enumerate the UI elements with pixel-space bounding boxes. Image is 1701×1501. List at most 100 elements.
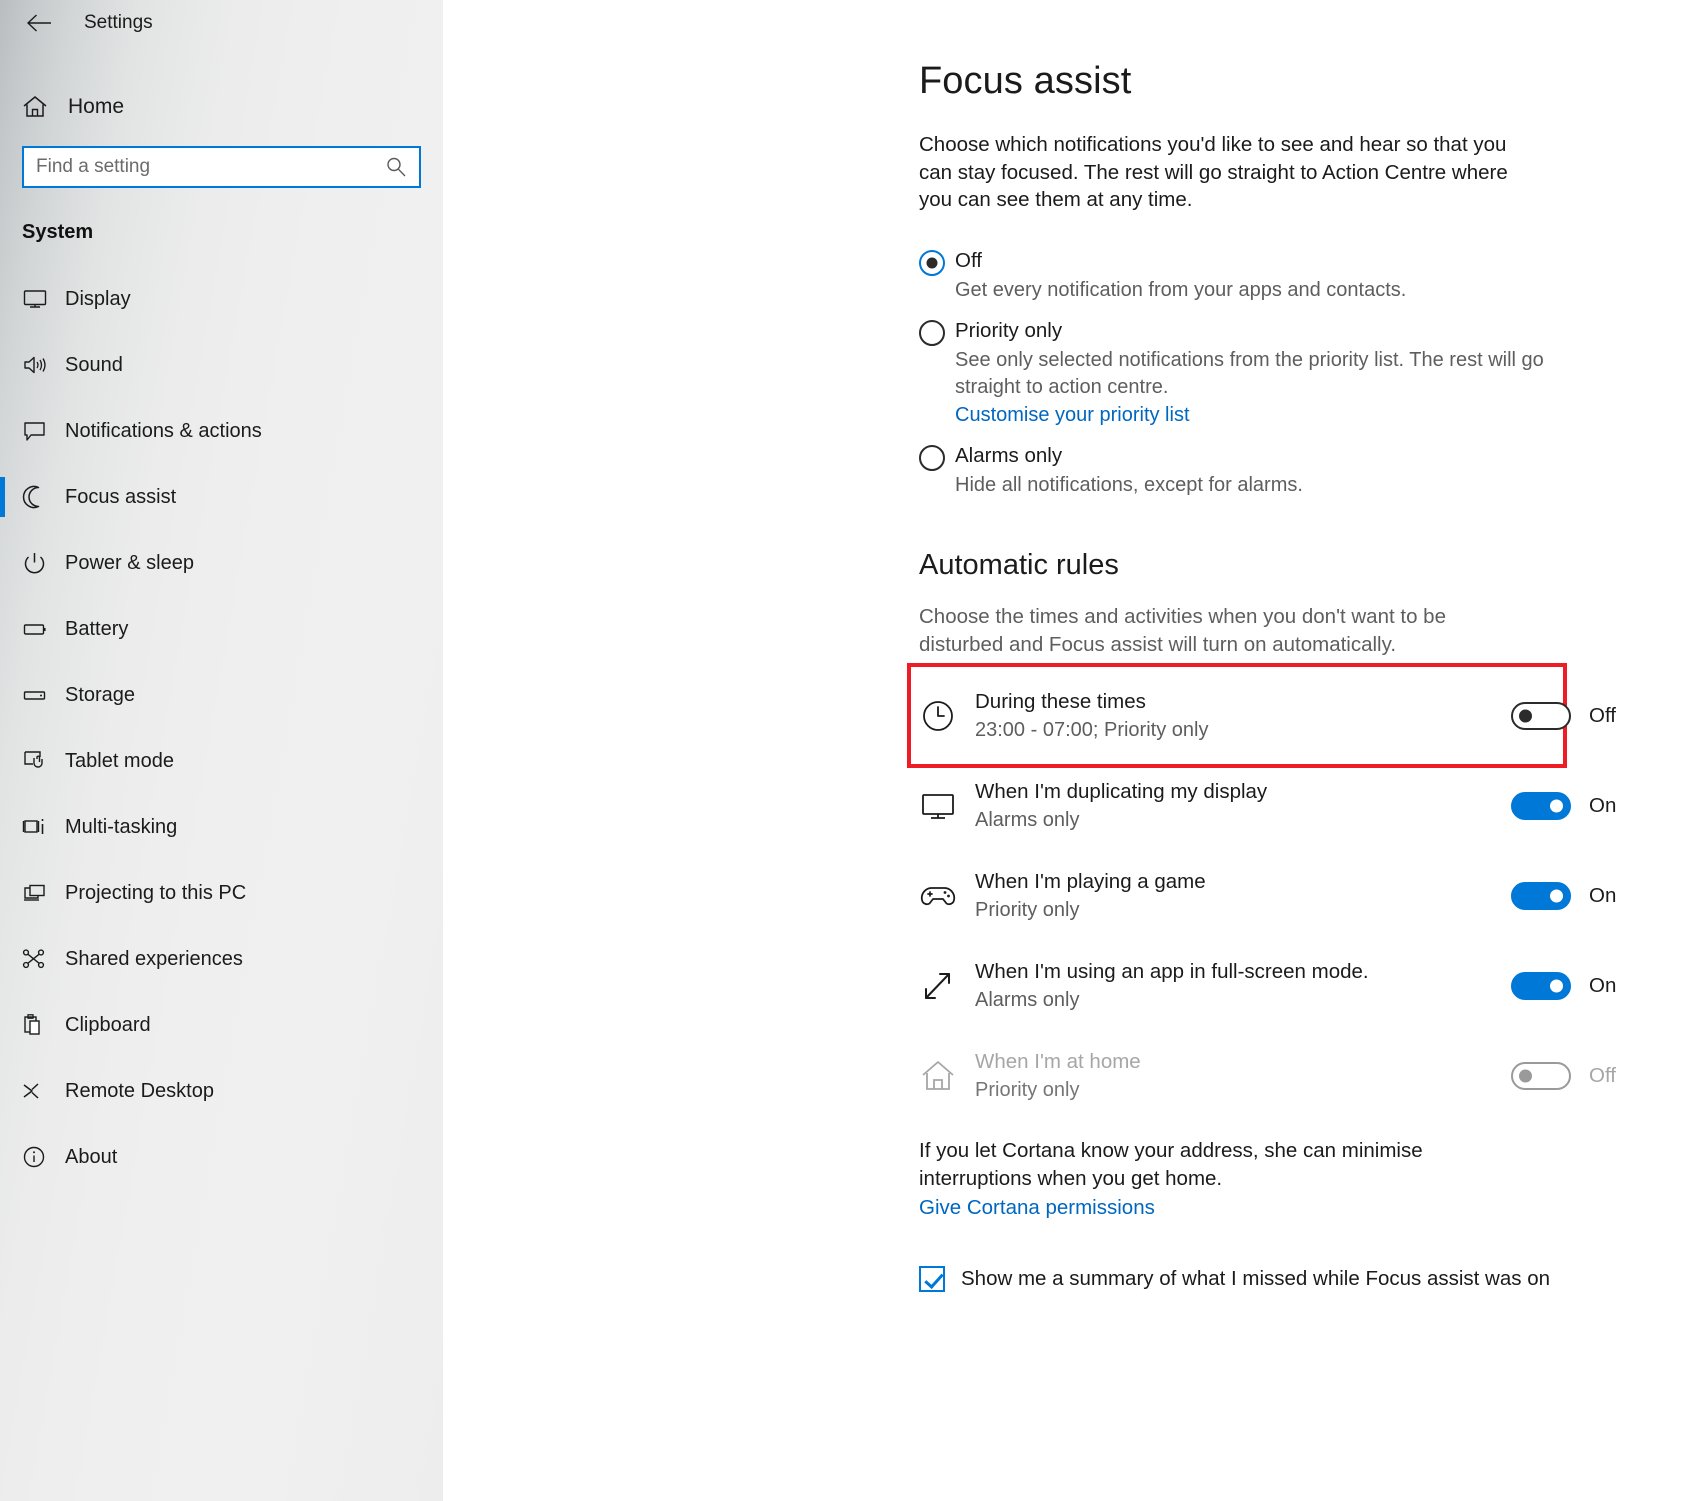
radio-control-wrapper: [919, 442, 955, 512]
sidebar-item-notifications-actions[interactable]: Notifications & actions: [0, 398, 443, 464]
home-icon: [22, 95, 60, 119]
sidebar-item-sound[interactable]: Sound: [0, 332, 443, 398]
radio-option-alarms-only[interactable]: Alarms only Hide all notifications, exce…: [919, 442, 1701, 512]
settings-window: Settings Home Find a setting System Disp…: [0, 0, 1701, 1501]
sidebar-item-label: Tablet mode: [65, 749, 174, 772]
radio-label: Alarms only: [955, 443, 1063, 467]
give-cortana-permissions-link[interactable]: Give Cortana permissions: [919, 1194, 1155, 1222]
radio-body: Off Get every notification from your app…: [955, 247, 1406, 317]
toggle-state-label: On: [1589, 883, 1617, 907]
sidebar-item-label: Display: [65, 287, 131, 310]
radio-option-off[interactable]: Off Get every notification from your app…: [919, 247, 1701, 317]
clipboard-icon: [22, 1013, 62, 1037]
sidebar-item-label: Notifications & actions: [65, 419, 262, 442]
toggle-knob: [1519, 1069, 1532, 1082]
rule-text: When I'm playing a game Priority only: [975, 867, 1501, 924]
rule-row[interactable]: When I'm duplicating my display Alarms o…: [919, 761, 1701, 851]
toggle-switch[interactable]: [1511, 971, 1571, 1000]
sidebar-item-battery[interactable]: Battery: [0, 596, 443, 662]
sidebar-item-multi-tasking[interactable]: Multi-tasking: [0, 794, 443, 860]
share-nodes-icon: [22, 948, 62, 970]
sidebar-item-projecting-to-this-pc[interactable]: Projecting to this PC: [0, 860, 443, 926]
sidebar-item-label: Projecting to this PC: [65, 881, 247, 904]
moon-icon: [22, 485, 62, 509]
rule-text: When I'm at home Priority only: [975, 1047, 1501, 1104]
sidebar-item-tablet-mode[interactable]: Tablet mode: [0, 728, 443, 794]
sidebar-item-label: Focus assist: [65, 485, 177, 508]
radio-description: Get every notification from your apps an…: [955, 278, 1407, 301]
toggle-switch[interactable]: [1511, 701, 1571, 730]
remote-desktop-icon: [22, 1080, 62, 1102]
sidebar-item-focus-assist[interactable]: Focus assist: [0, 464, 443, 530]
rule-subtitle: Alarms only: [975, 809, 1080, 831]
rule-toggle-area: On: [1511, 971, 1701, 1000]
toggle-switch[interactable]: [1511, 881, 1571, 910]
battery-icon: [22, 619, 62, 639]
radio-body: Priority only See only selected notifica…: [955, 317, 1555, 442]
clock-icon: [919, 697, 975, 735]
search-input[interactable]: [36, 156, 385, 178]
radio-description: See only selected notifications from the…: [955, 348, 1544, 398]
monitor-icon: [22, 288, 62, 310]
gamepad-icon: [919, 880, 975, 912]
monitor-icon: [919, 789, 975, 823]
sidebar-item-remote-desktop[interactable]: Remote Desktop: [0, 1058, 443, 1124]
speaker-icon: [22, 354, 62, 376]
radio-button[interactable]: [919, 319, 945, 346]
sidebar-item-home[interactable]: Home: [0, 82, 443, 132]
sidebar-item-about[interactable]: About: [0, 1124, 443, 1190]
toggle-state-label: On: [1589, 973, 1617, 997]
customise-priority-list-link[interactable]: Customise your priority list: [955, 402, 1190, 429]
project-screen-icon: [22, 882, 62, 904]
toggle-switch[interactable]: [1511, 791, 1571, 820]
toggle-switch: [1511, 1061, 1571, 1090]
radio-button[interactable]: [919, 444, 945, 471]
fullscreen-arrows-icon: [919, 967, 975, 1005]
sidebar-item-label: Power & sleep: [65, 551, 194, 574]
rule-row[interactable]: When I'm using an app in full-screen mod…: [919, 941, 1701, 1031]
radio-option-priority-only[interactable]: Priority only See only selected notifica…: [919, 317, 1701, 442]
radio-button[interactable]: [919, 249, 945, 276]
automatic-rules-description: Choose the times and activities when you…: [919, 604, 1446, 656]
search-icon[interactable]: [385, 156, 407, 178]
search-wrapper: [22, 146, 421, 188]
sidebar-nav-list: Display Sound Notifications & actions Fo…: [0, 266, 443, 1190]
summary-checkbox[interactable]: [919, 1265, 945, 1292]
sidebar-item-display[interactable]: Display: [0, 266, 443, 332]
rule-title: When I'm using an app in full-screen mod…: [975, 960, 1369, 983]
back-arrow-icon[interactable]: [16, 3, 62, 43]
rule-row[interactable]: When I'm playing a game Priority only On: [919, 851, 1701, 941]
sidebar-item-label: Clipboard: [65, 1013, 151, 1036]
radio-label: Off: [955, 248, 982, 272]
sidebar-item-label: Battery: [65, 617, 129, 640]
summary-checkbox-label: Show me a summary of what I missed while…: [961, 1266, 1551, 1290]
window-title: Settings: [84, 12, 153, 33]
toggle-state-label: Off: [1589, 703, 1616, 727]
rule-text: When I'm duplicating my display Alarms o…: [975, 777, 1501, 834]
sidebar-item-label: About: [65, 1145, 118, 1168]
rule-row[interactable]: During these times 23:00 - 07:00; Priori…: [907, 662, 1701, 768]
summary-checkbox-row[interactable]: Show me a summary of what I missed while…: [919, 1265, 1701, 1292]
toggle-knob: [1550, 889, 1563, 902]
search-box[interactable]: [22, 146, 421, 188]
sidebar-item-shared-experiences[interactable]: Shared experiences: [0, 926, 443, 992]
sidebar-item-clipboard[interactable]: Clipboard: [0, 992, 443, 1058]
rule-text: When I'm using an app in full-screen mod…: [975, 957, 1501, 1014]
sidebar-item-power-sleep[interactable]: Power & sleep: [0, 530, 443, 596]
toggle-state-label: On: [1589, 793, 1617, 817]
selection-indicator: [0, 477, 5, 517]
radio-description: Hide all notifications, except for alarm…: [955, 473, 1303, 496]
rule-subtitle: Priority only: [975, 899, 1080, 921]
radio-label: Priority only: [955, 318, 1063, 342]
rule-title: When I'm duplicating my display: [975, 780, 1268, 803]
toggle-knob: [1519, 709, 1532, 722]
rule-row: When I'm at home Priority only Off: [919, 1031, 1701, 1121]
radio-control-wrapper: [919, 317, 955, 442]
multitask-icon: [22, 816, 62, 838]
rule-toggle-area: On: [1511, 791, 1701, 820]
page-title: Focus assist: [919, 60, 1132, 102]
info-circle-icon: [22, 1145, 62, 1169]
sidebar-item-storage[interactable]: Storage: [0, 662, 443, 728]
rule-text: During these times 23:00 - 07:00; Priori…: [975, 687, 1501, 744]
rule-subtitle: 23:00 - 07:00; Priority only: [975, 719, 1209, 741]
